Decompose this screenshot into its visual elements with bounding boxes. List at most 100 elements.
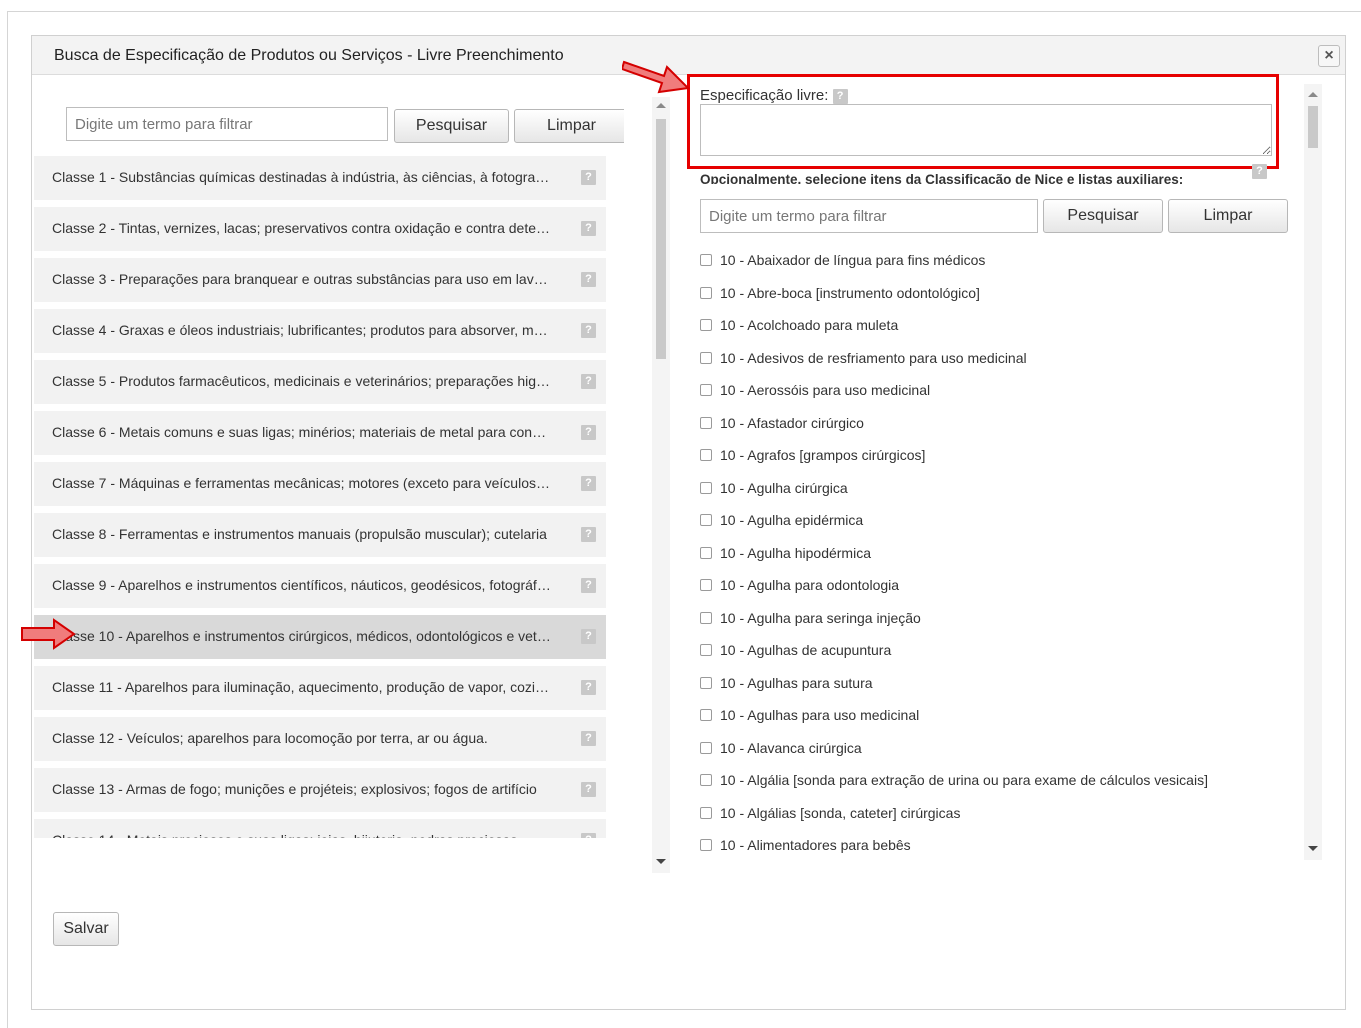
class-item[interactable]: Classe 10 - Aparelhos e instrumentos cir… — [34, 615, 606, 659]
nice-item-row[interactable]: 10 - Agulha hipodérmica — [700, 545, 871, 565]
nice-item-row[interactable]: 10 - Agulhas para uso medicinal — [700, 707, 919, 727]
nice-item-row[interactable]: 10 - Agulhas para sutura — [700, 675, 873, 695]
item-checkbox[interactable] — [700, 254, 712, 266]
save-button[interactable]: Salvar — [53, 912, 119, 946]
nice-item-row[interactable]: 10 - Alavanca cirúrgica — [700, 740, 862, 760]
help-icon[interactable]: ? — [581, 629, 596, 644]
class-item[interactable]: Classe 11 - Aparelhos para iluminação, a… — [34, 666, 606, 710]
scroll-down-icon[interactable] — [1308, 846, 1318, 851]
class-item-label: Classe 2 - Tintas, vernizes, lacas; pres… — [52, 220, 552, 236]
help-icon[interactable]: ? — [832, 89, 848, 104]
nice-item-row[interactable]: 10 - Afastador cirúrgico — [700, 415, 864, 435]
class-item[interactable]: Classe 5 - Produtos farmacêuticos, medic… — [34, 360, 606, 404]
nice-item-row[interactable]: 10 - Agulhas de acupuntura — [700, 642, 891, 662]
item-checkbox[interactable] — [700, 546, 712, 559]
item-checkbox[interactable] — [700, 286, 712, 299]
item-checkbox[interactable] — [700, 384, 712, 396]
annotation-arrow-icon — [21, 618, 76, 650]
help-icon[interactable]: ? — [581, 680, 596, 695]
class-item[interactable]: Classe 7 - Máquinas e ferramentas mecâni… — [34, 462, 606, 506]
item-label: 10 - Acolchoado para muleta — [720, 317, 899, 333]
dialog-title: Busca de Especificação de Produtos ou Se… — [54, 47, 564, 64]
class-item-label: Classe 8 - Ferramentas e instrumentos ma… — [52, 526, 547, 542]
nice-item-row[interactable]: 10 - Abre-boca [instrumento odontológico… — [700, 285, 980, 305]
class-list-pane: Pesquisar Limpar Classe 1 - Substâncias … — [34, 68, 624, 838]
nice-item-row[interactable]: 10 - Algália [sonda para extração de uri… — [700, 772, 1208, 792]
scroll-down-icon[interactable] — [656, 859, 666, 864]
item-checkbox[interactable] — [700, 579, 712, 591]
class-item-label: Classe 6 - Metais comuns e suas ligas; m… — [52, 424, 552, 440]
class-item[interactable]: Classe 12 - Veículos; aparelhos para loc… — [34, 717, 606, 761]
help-icon[interactable]: ? — [581, 833, 596, 838]
nice-item-row[interactable]: 10 - Agulha cirúrgica — [700, 480, 848, 500]
class-filter-input[interactable] — [66, 107, 388, 141]
item-clear-button[interactable]: Limpar — [1168, 199, 1288, 233]
class-item[interactable]: Classe 4 - Graxas e óleos industriais; l… — [34, 309, 606, 353]
help-icon[interactable]: ? — [581, 272, 596, 287]
item-checkbox[interactable] — [700, 481, 712, 494]
nice-classification-label: Opcionalmente, selecione itens da Classi… — [700, 172, 1184, 184]
help-icon[interactable]: ? — [581, 731, 596, 746]
item-checkbox[interactable] — [700, 514, 712, 526]
class-item[interactable]: Classe 14 - Metais preciosos e suas liga… — [34, 819, 606, 838]
class-clear-button[interactable]: Limpar — [514, 109, 624, 143]
item-label: 10 - Alavanca cirúrgica — [720, 739, 862, 756]
help-icon[interactable]: ? — [581, 527, 596, 542]
help-icon[interactable]: ? — [581, 476, 596, 491]
nice-item-row[interactable]: 10 - Agulha para odontologia — [700, 577, 899, 597]
help-icon[interactable]: ? — [1252, 164, 1267, 179]
help-icon[interactable]: ? — [581, 578, 596, 593]
help-icon[interactable]: ? — [581, 374, 596, 389]
item-checkbox[interactable] — [700, 709, 712, 721]
free-specification-textarea[interactable] — [700, 104, 1272, 156]
nice-item-row[interactable]: 10 - Acolchoado para muleta — [700, 317, 898, 337]
nice-item-row[interactable]: 10 - Alimentadores para bebês — [700, 837, 911, 857]
class-item[interactable]: Classe 2 - Tintas, vernizes, lacas; pres… — [34, 207, 606, 251]
class-item[interactable]: Classe 1 - Substâncias químicas destinad… — [34, 156, 606, 200]
item-checkbox[interactable] — [700, 774, 712, 786]
scroll-up-icon[interactable] — [656, 103, 666, 108]
item-checkbox[interactable] — [700, 676, 712, 689]
item-checkbox[interactable] — [700, 806, 712, 819]
nice-item-row[interactable]: 10 - Aerossóis para uso medicinal — [700, 382, 930, 402]
item-label: 10 - Agulhas para sutura — [720, 674, 873, 691]
nice-item-row[interactable]: 10 - Algálias [sonda, cateter] cirúrgica… — [700, 805, 960, 825]
scroll-up-icon[interactable] — [1308, 92, 1318, 97]
class-item-label: Classe 10 - Aparelhos e instrumentos cir… — [52, 628, 552, 644]
help-icon[interactable]: ? — [581, 170, 596, 185]
item-list-scrollbar[interactable] — [1304, 84, 1322, 860]
class-item[interactable]: Classe 3 - Preparações para branquear e … — [34, 258, 606, 302]
item-filter-input[interactable] — [700, 199, 1038, 233]
class-item[interactable]: Classe 13 - Armas de fogo; munições e pr… — [34, 768, 606, 812]
class-item[interactable]: Classe 8 - Ferramentas e instrumentos ma… — [34, 513, 606, 557]
item-checkbox[interactable] — [700, 611, 712, 624]
class-item[interactable]: Classe 9 - Aparelhos e instrumentos cien… — [34, 564, 606, 608]
close-button[interactable]: × — [1318, 45, 1340, 67]
item-checkbox[interactable] — [700, 839, 712, 851]
item-label: 10 - Agulhas para uso medicinal — [720, 707, 920, 723]
scroll-thumb[interactable] — [1308, 106, 1318, 148]
nice-item-row[interactable]: 10 - Abaixador de língua para fins médic… — [700, 252, 985, 272]
help-icon[interactable]: ? — [581, 221, 596, 236]
help-icon[interactable]: ? — [581, 782, 596, 797]
class-item-label: Classe 4 - Graxas e óleos industriais; l… — [52, 322, 552, 338]
nice-item-row[interactable]: 10 - Adesivos de resfriamento para uso m… — [700, 350, 1027, 370]
item-search-button[interactable]: Pesquisar — [1043, 199, 1163, 233]
item-checkbox[interactable] — [700, 449, 712, 461]
item-checkbox[interactable] — [700, 351, 712, 364]
nice-item-row[interactable]: 10 - Agrafos [grampos cirúrgicos] — [700, 447, 925, 467]
class-list-scrollbar[interactable] — [652, 97, 670, 873]
nice-item-row[interactable]: 10 - Agulha para seringa injeção — [700, 610, 921, 630]
nice-item-row[interactable]: 10 - Agulha epidérmica — [700, 512, 863, 532]
class-item[interactable]: Classe 6 - Metais comuns e suas ligas; m… — [34, 411, 606, 455]
item-checkbox[interactable] — [700, 741, 712, 754]
item-checkbox[interactable] — [700, 416, 712, 429]
item-checkbox[interactable] — [700, 319, 712, 331]
class-search-button[interactable]: Pesquisar — [394, 109, 509, 143]
spec-label: Especificação livre: ? — [700, 87, 848, 104]
item-label: 10 - Abre-boca [instrumento odontológico… — [720, 284, 980, 301]
help-icon[interactable]: ? — [581, 323, 596, 338]
item-checkbox[interactable] — [700, 644, 712, 656]
help-icon[interactable]: ? — [581, 425, 596, 440]
scroll-thumb[interactable] — [656, 119, 666, 359]
